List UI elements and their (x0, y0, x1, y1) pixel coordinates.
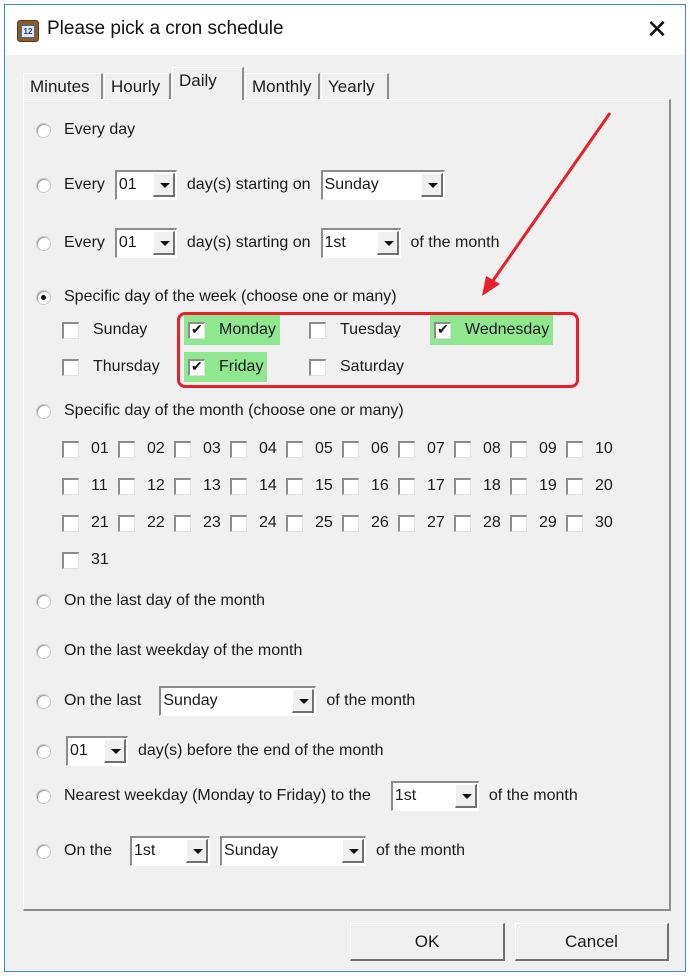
start-weekday-select[interactable]: Sunday (320, 170, 445, 200)
checkbox-monthday-24[interactable]: 24 (230, 512, 277, 534)
option-last-named-day: On the last Sunday of the month (36, 686, 415, 716)
radio-last-weekday[interactable] (36, 643, 51, 659)
checkbox-monthday-23[interactable]: 23 (174, 512, 221, 534)
radio-last-named-day[interactable] (36, 693, 51, 709)
nth-select[interactable]: 1st (130, 836, 211, 866)
option-nearest-weekday: Nearest weekday (Monday to Friday) to th… (36, 781, 578, 811)
start-monthday-select[interactable]: 1st (320, 228, 401, 258)
checkbox-monthday-10[interactable]: 10 (566, 438, 613, 460)
checkbox-wednesday[interactable]: Wednesday (430, 315, 554, 345)
option-last-weekday[interactable]: On the last weekday of the month (36, 637, 302, 665)
checkbox-monthday-08[interactable]: 08 (454, 438, 501, 460)
nearest-day-select[interactable]: 1st (390, 781, 479, 811)
chevron-down-icon[interactable] (376, 231, 399, 255)
checkbox-thursday[interactable]: Thursday (58, 352, 164, 382)
radio-nth-day[interactable] (36, 843, 51, 859)
checkbox-monthday-05[interactable]: 05 (286, 438, 333, 460)
calendar-icon: 12 (17, 20, 39, 42)
checkbox-monthday-25[interactable]: 25 (286, 512, 333, 534)
checkbox-monthday-06[interactable]: 06 (342, 438, 389, 460)
interval-select[interactable]: 01 (114, 170, 177, 200)
radio-nearest-weekday[interactable] (36, 788, 51, 804)
checkbox-monthday-04[interactable]: 04 (230, 438, 277, 460)
chevron-down-icon[interactable] (342, 839, 365, 863)
checkbox-monthday-12[interactable]: 12 (118, 475, 165, 497)
tab-yearly[interactable]: Yearly (321, 73, 389, 99)
chevron-down-icon[interactable] (186, 839, 209, 863)
chevron-down-icon[interactable] (152, 173, 175, 197)
radio-every-n-days-weekday[interactable] (36, 177, 51, 193)
checkbox-monthday-17[interactable]: 17 (398, 475, 445, 497)
radio-specific-weekday[interactable] (36, 289, 51, 305)
checkbox-monthday-01[interactable]: 01 (62, 438, 109, 460)
chevron-down-icon[interactable] (104, 739, 126, 763)
checkbox-monthday-16[interactable]: 16 (342, 475, 389, 497)
title-bar: 12 Please pick a cron schedule ✕ (5, 5, 685, 55)
checkbox-monthday-20[interactable]: 20 (566, 475, 613, 497)
checkbox-monthday-30[interactable]: 30 (566, 512, 613, 534)
checkbox-monthday-22[interactable]: 22 (118, 512, 165, 534)
option-specific-monthday[interactable]: Specific day of the month (choose one or… (36, 397, 404, 425)
ok-button[interactable]: OK (350, 923, 505, 961)
cancel-button[interactable]: Cancel (515, 923, 669, 961)
tab-minutes[interactable]: Minutes (23, 73, 103, 99)
checkbox-monthday-11[interactable]: 11 (62, 475, 108, 497)
checkbox-saturday[interactable]: Saturday (305, 352, 408, 382)
chevron-down-icon[interactable] (420, 173, 443, 197)
checkbox-monday[interactable]: Monday (184, 315, 280, 345)
option-specific-weekday[interactable]: Specific day of the week (choose one or … (36, 283, 397, 311)
checkbox-monthday-18[interactable]: 18 (454, 475, 501, 497)
checkbox-monthday-28[interactable]: 28 (454, 512, 501, 534)
tab-daily[interactable]: Daily (172, 67, 244, 100)
radio-every-day[interactable] (36, 122, 51, 138)
radio-every-n-days-monthday[interactable] (36, 235, 51, 251)
checkbox-monthday-14[interactable]: 14 (230, 475, 277, 497)
checkbox-friday[interactable]: Friday (184, 352, 268, 382)
radio-last-day[interactable] (36, 593, 51, 609)
option-days-before-end: 01 day(s) before the end of the month (36, 736, 383, 766)
checkbox-monthday-31[interactable]: 31 (62, 549, 109, 571)
radio-days-before-end[interactable] (36, 743, 51, 759)
chevron-down-icon[interactable] (292, 689, 315, 713)
checkbox-monthday-15[interactable]: 15 (286, 475, 333, 497)
option-every-day[interactable]: Every day (36, 116, 135, 144)
tab-monthly[interactable]: Monthly (245, 73, 320, 99)
checkbox-monthday-09[interactable]: 09 (510, 438, 557, 460)
checkbox-monthday-07[interactable]: 07 (398, 438, 445, 460)
interval-select[interactable]: 01 (114, 228, 177, 258)
window-title: Please pick a cron schedule (47, 18, 284, 39)
checkbox-monthday-29[interactable]: 29 (510, 512, 557, 534)
chevron-down-icon[interactable] (454, 784, 477, 808)
chevron-down-icon[interactable] (152, 231, 175, 255)
radio-specific-monthday[interactable] (36, 403, 51, 419)
checkbox-tuesday[interactable]: Tuesday (305, 315, 405, 345)
last-day-select[interactable]: Sunday (159, 686, 317, 716)
nth-weekday-select[interactable]: Sunday (220, 836, 367, 866)
checkbox-monthday-03[interactable]: 03 (174, 438, 221, 460)
option-every-n-days-weekday: Every 01 day(s) starting on Sunday (36, 170, 455, 200)
checkbox-monthday-27[interactable]: 27 (398, 512, 445, 534)
checkbox-monthday-21[interactable]: 21 (62, 512, 109, 534)
checkbox-monthday-26[interactable]: 26 (342, 512, 389, 534)
days-before-select[interactable]: 01 (66, 736, 128, 766)
dialog-window: 12 Please pick a cron schedule ✕ Minutes… (4, 4, 686, 972)
option-every-n-days-monthday: Every 01 day(s) starting on 1st of the m… (36, 228, 499, 258)
option-nth-day: On the 1st Sunday of the month (36, 836, 465, 866)
checkbox-sunday[interactable]: Sunday (58, 315, 151, 345)
daily-panel: Every day Every 01 day(s) starting on Su… (23, 99, 671, 911)
checkbox-monthday-13[interactable]: 13 (174, 475, 221, 497)
close-button[interactable]: ✕ (637, 11, 677, 47)
option-last-day[interactable]: On the last day of the month (36, 587, 265, 615)
tab-hourly[interactable]: Hourly (104, 73, 171, 99)
checkbox-monthday-02[interactable]: 02 (118, 438, 165, 460)
checkbox-monthday-19[interactable]: 19 (510, 475, 557, 497)
